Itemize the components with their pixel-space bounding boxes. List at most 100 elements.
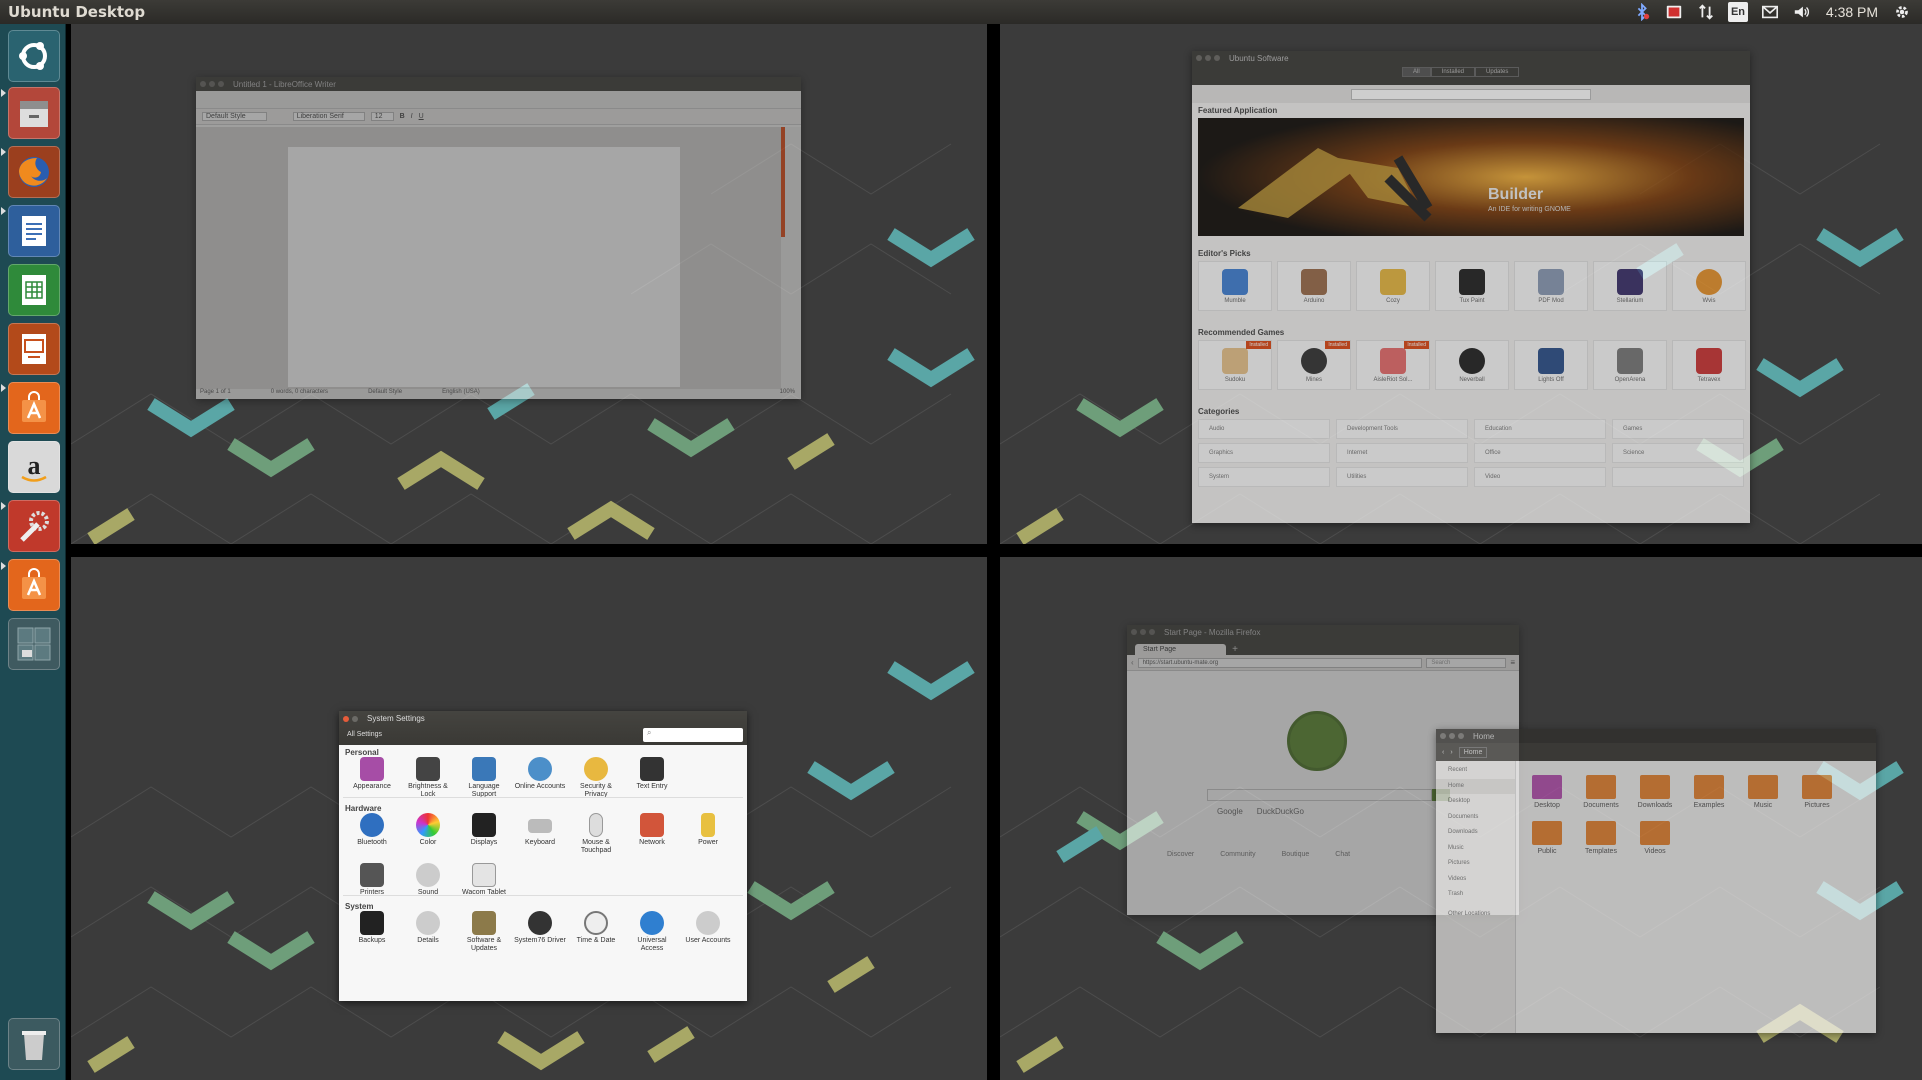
app-card[interactable]: Installed AisleRiot Sol... [1356, 340, 1430, 390]
files-window[interactable]: Home ‹ › Home Recent Home Desktop Documen… [1436, 729, 1876, 1033]
launcher-writer[interactable] [8, 205, 60, 257]
all-settings-button[interactable]: All Settings [347, 731, 382, 738]
software-window[interactable]: Ubuntu Software All Installed Updates Fe… [1192, 51, 1750, 523]
folder-item[interactable]: Templates [1576, 821, 1626, 855]
back-icon[interactable]: ‹ [1442, 749, 1444, 756]
close-button[interactable] [343, 715, 349, 722]
paragraph-style[interactable]: Default Style [202, 112, 267, 121]
settings-item[interactable]: Universal Access [626, 911, 678, 953]
folder-item[interactable]: Downloads [1630, 775, 1680, 809]
keyboard-icon[interactable]: En [1728, 2, 1748, 22]
path-home[interactable]: Home [1458, 746, 1488, 758]
settings-item[interactable]: Security & Privacy [570, 757, 622, 799]
settings-item[interactable]: Time & Date [570, 911, 622, 945]
bluetooth-icon[interactable] [1632, 2, 1652, 22]
launcher-files[interactable] [8, 87, 60, 139]
folder-item[interactable]: Documents [1576, 775, 1626, 809]
settings-item[interactable]: Color [402, 813, 454, 847]
app-card[interactable]: Cozy [1356, 261, 1430, 311]
featured-banner[interactable]: Builder An IDE for writing GNOME [1198, 118, 1744, 236]
app-card[interactable]: Tux Paint [1435, 261, 1509, 311]
new-tab-button[interactable]: + [1232, 644, 1238, 655]
settings-item[interactable]: Brightness & Lock [402, 757, 454, 799]
folder-item[interactable]: Music [1738, 775, 1788, 809]
settings-item[interactable]: Network [626, 813, 678, 847]
settings-item[interactable]: Details [402, 911, 454, 945]
launcher-trash[interactable] [8, 1018, 60, 1070]
record-icon[interactable] [1664, 2, 1684, 22]
workspace-1[interactable]: Untitled 1 - LibreOffice Writer Default … [71, 24, 987, 544]
settings-item[interactable]: Language Support [458, 757, 510, 799]
sidebar-item-pictures[interactable]: Pictures [1448, 856, 1515, 872]
category-button[interactable]: Office [1474, 443, 1606, 463]
category-button[interactable]: Internet [1336, 443, 1468, 463]
menu-icon[interactable]: ≡ [1510, 658, 1515, 667]
writer-page[interactable] [288, 147, 680, 387]
app-card[interactable]: Mumble [1198, 261, 1272, 311]
app-card[interactable]: Wvis [1672, 261, 1746, 311]
writer-format-bar[interactable]: Default Style Liberation Serif 12 B I U [196, 109, 801, 125]
launcher-system-settings[interactable] [8, 500, 60, 552]
back-icon[interactable]: ‹ [1131, 658, 1134, 667]
app-card[interactable]: Arduino [1277, 261, 1351, 311]
category-button[interactable]: System [1198, 467, 1330, 487]
settings-item[interactable]: Appearance [346, 757, 398, 791]
tab-updates[interactable]: Updates [1475, 67, 1520, 77]
category-button[interactable]: Audio [1198, 419, 1330, 439]
launcher-amazon[interactable]: a [8, 441, 60, 493]
category-button[interactable]: Education [1474, 419, 1606, 439]
settings-item[interactable]: Mouse & Touchpad [570, 813, 622, 855]
url-bar[interactable]: https://start.ubuntu-mate.org [1137, 657, 1423, 668]
sidebar-item-recent[interactable]: Recent [1448, 763, 1515, 779]
settings-item[interactable]: System76 Driver [514, 911, 566, 945]
sidebar-item-trash[interactable]: Trash [1448, 887, 1515, 903]
settings-item[interactable]: Online Accounts [514, 757, 566, 791]
workspace-4[interactable]: Start Page - Mozilla Firefox Start Page … [1000, 557, 1922, 1080]
forward-icon[interactable]: › [1450, 749, 1452, 756]
app-card[interactable]: Stellarium [1593, 261, 1667, 311]
app-card[interactable]: Lights Off [1514, 340, 1588, 390]
search-bar[interactable]: Search [1426, 657, 1507, 668]
launcher-dash-home[interactable] [8, 30, 60, 82]
network-icon[interactable] [1696, 2, 1716, 22]
font-size[interactable]: 12 [370, 112, 394, 121]
folder-item[interactable]: Pictures [1792, 775, 1842, 809]
settings-item[interactable]: Software & Updates [458, 911, 510, 953]
tab-start-page[interactable]: Start Page [1135, 644, 1227, 655]
workspace-2[interactable]: Ubuntu Software All Installed Updates Fe… [1000, 24, 1922, 544]
launcher-workspace-switcher[interactable] [8, 618, 60, 670]
folder-item[interactable]: Examples [1684, 775, 1734, 809]
settings-item[interactable]: Sound [402, 863, 454, 897]
launcher-software-updater[interactable] [8, 559, 60, 611]
category-button[interactable]: Games [1612, 419, 1744, 439]
settings-item[interactable]: Power [682, 813, 734, 847]
settings-item[interactable]: Text Entry [626, 757, 678, 791]
sidebar-item-home[interactable]: Home [1436, 778, 1515, 794]
category-button[interactable]: Video [1474, 467, 1606, 487]
link-discover[interactable]: Discover [1167, 851, 1194, 858]
italic-button[interactable]: I [411, 113, 413, 120]
engine-google[interactable]: Google [1217, 807, 1243, 816]
settings-item[interactable]: Keyboard [514, 813, 566, 847]
minimize-button[interactable] [352, 715, 358, 722]
sidebar-item-downloads[interactable]: Downloads [1448, 825, 1515, 841]
launcher-impress[interactable] [8, 323, 60, 375]
underline-button[interactable]: U [419, 113, 424, 120]
workspace-3[interactable]: System Settings All Settings ⌕ Personal … [71, 557, 987, 1080]
sidebar-item-documents[interactable]: Documents [1448, 810, 1515, 826]
engine-duckduckgo[interactable]: DuckDuckGo [1257, 807, 1304, 816]
search-input[interactable] [1351, 88, 1591, 100]
font-name[interactable]: Liberation Serif [292, 112, 365, 121]
app-card[interactable]: Installed Sudoku [1198, 340, 1272, 390]
app-card[interactable]: Installed Mines [1277, 340, 1351, 390]
writer-toolbar[interactable] [196, 91, 801, 109]
folder-item[interactable]: Desktop [1522, 775, 1572, 809]
sidebar-item-other-locations[interactable]: Other Locations [1448, 907, 1515, 923]
category-button[interactable]: Graphics [1198, 443, 1330, 463]
settings-item[interactable]: Bluetooth [346, 813, 398, 847]
app-card[interactable]: OpenArena [1593, 340, 1667, 390]
software-headerbar[interactable]: Ubuntu Software All Installed Updates [1192, 51, 1750, 85]
writer-document-area[interactable] [196, 127, 781, 389]
sidebar-item-videos[interactable]: Videos [1448, 872, 1515, 888]
settings-headerbar[interactable]: System Settings All Settings ⌕ [339, 711, 747, 745]
